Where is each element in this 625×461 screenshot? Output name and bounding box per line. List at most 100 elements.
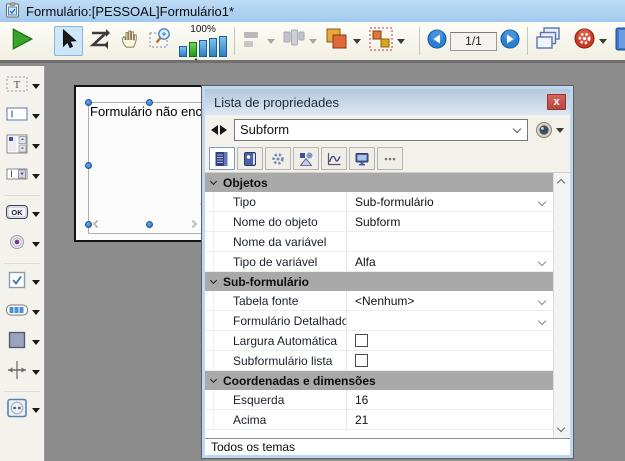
resize-handle[interactable] [85, 162, 92, 169]
tool-dropdown-icon[interactable] [32, 408, 40, 413]
resize-handle[interactable] [85, 99, 92, 106]
page-indicator: 1/1 [450, 32, 497, 51]
dropdown-chevron-icon[interactable] [538, 198, 546, 206]
scrollbar-up-icon[interactable] [557, 179, 565, 187]
visibility-dropdown-icon[interactable] [556, 128, 564, 133]
grid-scrollbar[interactable] [553, 173, 570, 438]
collapse-icon [210, 178, 217, 185]
section-header-objetos[interactable]: Objetos [205, 173, 553, 192]
property-row[interactable]: Nome do objeto Subform [205, 212, 553, 232]
scroll-right-icon[interactable] [189, 220, 197, 228]
chevron-down-icon[interactable] [513, 125, 521, 133]
z-order-dropdown-icon[interactable] [353, 39, 361, 44]
palette-separator [4, 263, 40, 264]
property-row[interactable]: Formulário Detalhado [205, 311, 553, 331]
property-row[interactable]: Subformulário lista [205, 351, 553, 371]
pan-tool-button[interactable] [117, 26, 145, 56]
settings-button[interactable] [573, 27, 607, 55]
properties-panel-titlebar[interactable]: Lista de propriedades x [205, 89, 570, 115]
tool-progressbar[interactable] [0, 301, 44, 324]
section-header-coordenadas[interactable]: Coordenadas e dimensões [205, 371, 553, 390]
tab-settings[interactable] [265, 147, 291, 170]
align-button[interactable] [242, 29, 275, 54]
properties-tab-icon [214, 151, 230, 167]
tab-data[interactable] [237, 147, 263, 170]
selection-marker-button[interactable] [368, 26, 405, 57]
property-row[interactable]: Nome da variável [205, 232, 553, 252]
checkbox-unchecked[interactable] [355, 354, 368, 367]
next-page-button[interactable] [500, 29, 520, 54]
property-row[interactable]: Tipo Sub-formulário [205, 192, 553, 212]
controls-palette: T I I OK [0, 66, 45, 461]
tool-dropdown-icon[interactable] [32, 370, 40, 375]
object-selector-combobox[interactable]: Subform [234, 119, 528, 141]
window-title: Formulário:[PESSOAL]Formulário1* [26, 4, 234, 19]
resize-handle[interactable] [146, 221, 153, 228]
more-tab-icon [382, 151, 398, 167]
scrollbar-down-icon[interactable] [557, 424, 565, 432]
resize-handle[interactable] [146, 99, 153, 106]
tab-more[interactable] [377, 147, 403, 170]
property-row[interactable]: Acima 21 [205, 410, 553, 430]
property-row[interactable]: Tipo de variável Alfa [205, 252, 553, 272]
select-tool-button[interactable] [54, 26, 82, 56]
run-button[interactable] [8, 26, 36, 56]
tool-combobox[interactable]: I [0, 165, 44, 188]
tool-dropdown-icon[interactable] [32, 174, 40, 179]
tab-properties[interactable] [209, 147, 235, 170]
property-row[interactable]: Largura Automática [205, 331, 553, 351]
dropdown-chevron-icon[interactable] [538, 297, 546, 305]
tool-dropdown-icon[interactable] [32, 242, 40, 247]
tool-panel[interactable] [0, 331, 44, 354]
scroll-left-icon[interactable] [93, 220, 101, 228]
tool-dropdown-icon[interactable] [32, 84, 40, 89]
tool-radio[interactable] [0, 233, 44, 256]
z-order-button[interactable] [324, 26, 361, 57]
listbox-tool-icon [5, 134, 29, 159]
tool-checkbox[interactable] [0, 271, 44, 294]
cascade-windows-button[interactable] [535, 26, 563, 57]
subform-control[interactable]: Formulário não encont [88, 102, 212, 234]
tool-dropdown-icon[interactable] [32, 340, 40, 345]
curve-tab-icon [326, 151, 342, 167]
tool-label[interactable]: T [0, 75, 44, 98]
properties-grid-rows: Objetos Tipo Sub-formulário Nome do obje… [205, 173, 553, 438]
prev-object-icon[interactable] [211, 125, 218, 135]
tool-dropdown-icon[interactable] [32, 280, 40, 285]
dropdown-chevron-icon[interactable] [538, 317, 546, 325]
align-dropdown-icon[interactable] [267, 39, 275, 44]
tool-subform[interactable] [0, 399, 44, 422]
tool-dropdown-icon[interactable] [32, 114, 40, 119]
dropdown-chevron-icon[interactable] [538, 258, 546, 266]
palette-separator [4, 391, 40, 392]
next-object-icon[interactable] [220, 125, 227, 135]
zoom-level-control[interactable]: 100% [179, 25, 227, 57]
tab-display[interactable] [349, 147, 375, 170]
zoom-region-icon [148, 26, 174, 57]
tab-shapes[interactable] [293, 147, 319, 170]
cursor-select-icon [57, 28, 79, 55]
size-button[interactable] [282, 28, 317, 55]
tool-dropdown-icon[interactable] [32, 144, 40, 149]
size-dropdown-icon[interactable] [309, 39, 317, 44]
property-row[interactable]: Tabela fonte <Nenhum> [205, 291, 553, 311]
tool-button[interactable]: OK [0, 203, 44, 226]
checkbox-unchecked[interactable] [355, 334, 368, 347]
tool-splitter[interactable] [0, 361, 44, 384]
tool-dropdown-icon[interactable] [32, 310, 40, 315]
visibility-button[interactable] [535, 121, 564, 139]
close-button[interactable]: x [547, 94, 566, 110]
resize-handle[interactable] [85, 221, 92, 228]
settings-dropdown-icon[interactable] [599, 39, 607, 44]
tab-order-button[interactable] [86, 26, 114, 56]
tab-curve[interactable] [321, 147, 347, 170]
tool-listbox[interactable] [0, 135, 44, 158]
prev-page-button[interactable] [427, 29, 447, 54]
tool-editbox[interactable]: I [0, 105, 44, 128]
clipped-toolbar-icon[interactable] [614, 26, 625, 57]
section-header-subformulario[interactable]: Sub-formulário [205, 272, 553, 291]
selection-marker-dropdown-icon[interactable] [397, 39, 405, 44]
tool-dropdown-icon[interactable] [32, 212, 40, 217]
zoom-region-button[interactable] [147, 26, 175, 56]
property-row[interactable]: Esquerda 16 [205, 390, 553, 410]
